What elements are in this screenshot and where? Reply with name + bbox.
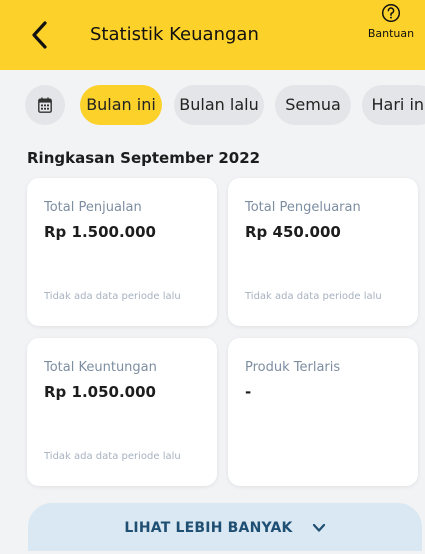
see-more-label: LIHAT LEBIH BANYAK [124,520,293,536]
card-label: Total Keuntungan [44,360,157,375]
total-keuntungan-card[interactable]: Total Keuntungan Rp 1.050.000 Tidak ada … [27,338,217,486]
card-value: Rp 1.500.000 [44,223,156,241]
summary-title: Ringkasan September 2022 [27,149,261,167]
filter-chip-bulan-lalu[interactable]: Bulan lalu [174,85,264,125]
period-filter-bar: Bulan ini Bulan lalu Semua Hari ini [0,74,425,138]
card-value: Rp 1.050.000 [44,383,156,401]
card-note: Tidak ada data periode lalu [245,291,382,302]
card-value: - [245,383,252,401]
back-arrow-icon [32,21,47,49]
card-note: Tidak ada data periode lalu [44,291,181,302]
help-icon [381,3,401,23]
filter-chip-semua[interactable]: Semua [275,85,351,125]
calendar-button[interactable] [25,85,65,125]
app-header: Statistik Keuangan Bantuan [0,0,425,70]
back-button[interactable] [26,18,56,52]
calendar-icon [38,97,52,113]
filter-chip-bulan-ini[interactable]: Bulan ini [80,85,162,125]
card-label: Produk Terlaris [245,360,341,375]
chevron-down-icon [312,523,325,532]
help-button[interactable]: Bantuan [363,3,419,65]
see-more-button[interactable]: LIHAT LEBIH BANYAK [28,503,422,551]
card-label: Total Pengeluaran [245,200,361,215]
total-pengeluaran-card[interactable]: Total Pengeluaran Rp 450.000 Tidak ada d… [228,178,418,326]
page-title: Statistik Keuangan [90,24,259,45]
card-value: Rp 450.000 [245,223,341,241]
card-note: Tidak ada data periode lalu [44,451,181,462]
help-label: Bantuan [367,27,415,40]
produk-terlaris-card[interactable]: Produk Terlaris - [228,338,418,486]
total-penjualan-card[interactable]: Total Penjualan Rp 1.500.000 Tidak ada d… [27,178,217,326]
filter-chip-hari-ini[interactable]: Hari ini [362,85,425,125]
card-label: Total Penjualan [44,200,142,215]
